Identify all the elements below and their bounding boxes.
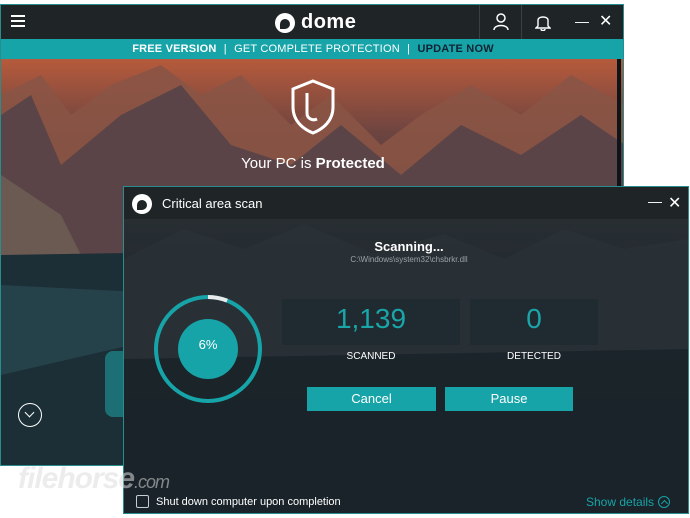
scan-title: Critical area scan [162, 196, 263, 211]
detected-count: 0 [526, 303, 542, 334]
shutdown-label: Shut down computer upon completion [156, 496, 341, 508]
progress-percent: 6% [198, 337, 218, 352]
watermark: filehorse.com [18, 462, 170, 496]
status-prefix: Your PC is [241, 155, 312, 172]
minimize-icon[interactable]: — [575, 13, 589, 29]
update-now-link[interactable]: UPDATE NOW [417, 43, 493, 55]
get-protection-link[interactable]: GET COMPLETE PROTECTION [234, 43, 400, 55]
promo-banner[interactable]: FREE VERSION | GET COMPLETE PROTECTION |… [1, 39, 623, 59]
watermark-main: filehorse [18, 462, 135, 495]
dome-logo: dome [275, 11, 356, 34]
chevron-down-icon[interactable] [18, 403, 42, 427]
account-button[interactable] [479, 5, 521, 39]
close-icon[interactable]: ✕ [668, 193, 681, 213]
close-icon[interactable]: ✕ [599, 11, 612, 31]
show-details-label: Show details [586, 495, 655, 509]
scan-dialog: Critical area scan — ✕ Scanning... C:\Wi… [123, 186, 689, 514]
main-titlebar: dome — ✕ [1, 5, 623, 39]
promo-separator-1: | [223, 43, 227, 55]
scanning-label: Scanning... [374, 239, 444, 254]
panda-logo-icon [275, 12, 295, 33]
scanned-label: SCANNED [346, 351, 396, 362]
free-version-label: FREE VERSION [132, 43, 217, 55]
status-word: Protected [315, 155, 385, 172]
pause-button[interactable]: Pause [445, 387, 573, 411]
user-icon [492, 13, 509, 31]
protection-status: Your PC is Protected [221, 155, 405, 172]
scanned-count: 1,139 [335, 303, 407, 334]
cancel-button[interactable]: Cancel [307, 387, 436, 411]
hamburger-icon[interactable] [11, 15, 25, 27]
shield-icon [291, 79, 335, 135]
brand-name: dome [301, 11, 357, 33]
current-file: C:\Windows\system32\chsbrkr.dll [350, 255, 468, 264]
notifications-button[interactable] [521, 5, 563, 39]
chevron-up-icon [658, 496, 671, 508]
watermark-suffix: .com [134, 472, 170, 492]
show-details-link[interactable]: Show details [586, 495, 671, 509]
panda-logo-icon [132, 194, 152, 214]
bell-icon [534, 16, 551, 31]
minimize-icon[interactable]: — [648, 193, 662, 209]
detected-label: DETECTED [507, 351, 561, 362]
shutdown-checkbox[interactable] [136, 495, 149, 508]
promo-separator-2: | [407, 43, 411, 55]
scan-titlebar: Critical area scan — ✕ [124, 187, 688, 219]
